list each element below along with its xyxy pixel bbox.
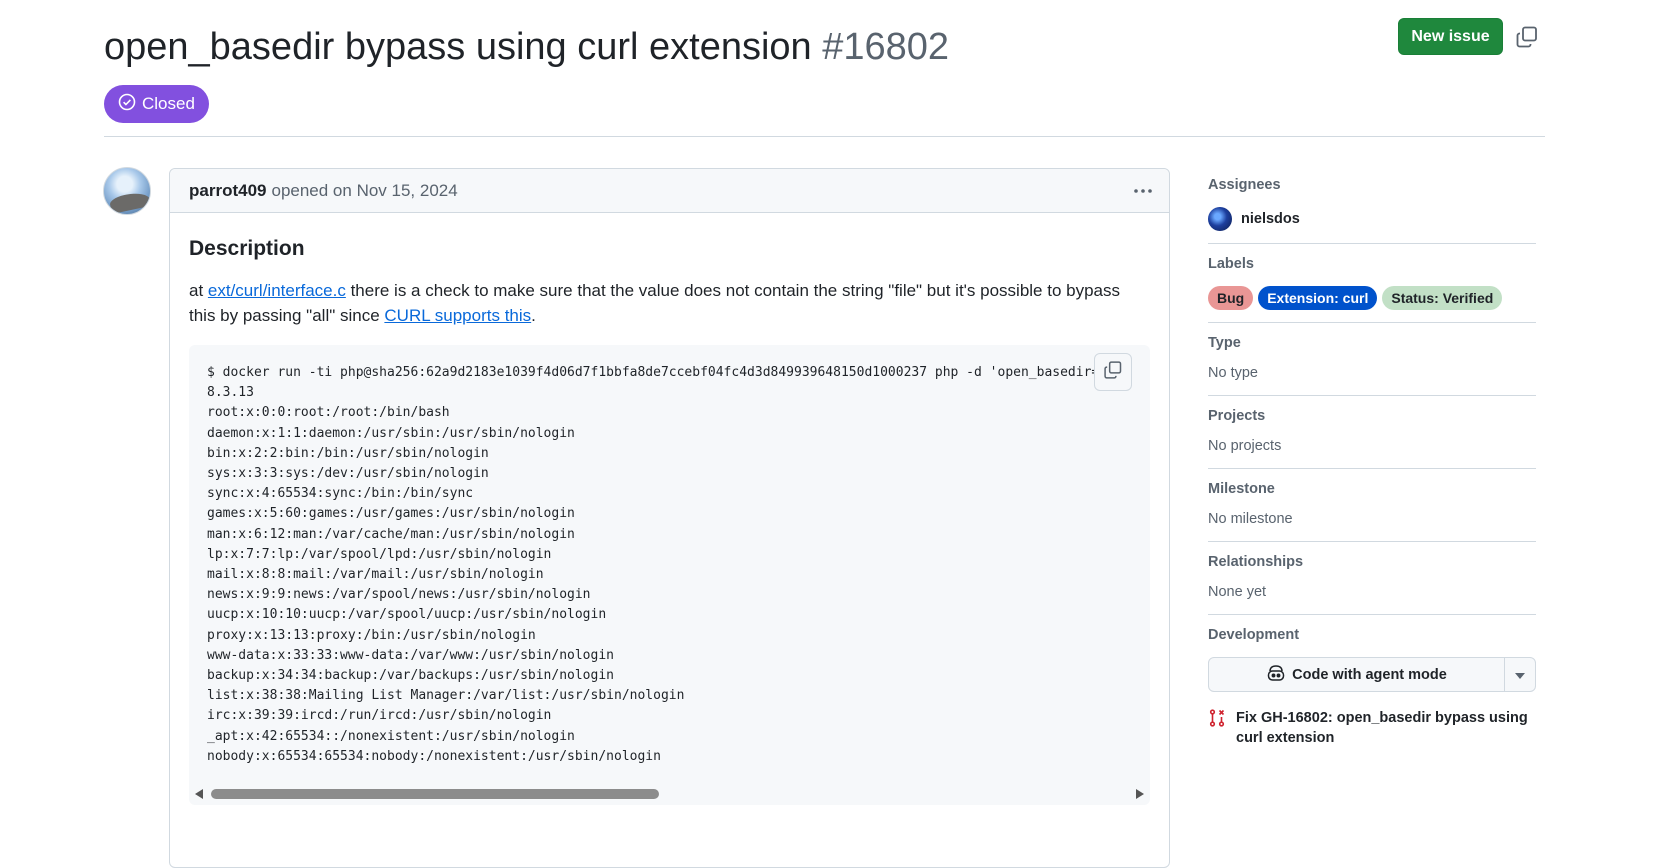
linked-pr-title: Fix GH-16802: open_basedir bypass using … [1236, 710, 1528, 746]
code-line: list:x:38:38:Mailing List Manager:/var/l… [207, 688, 685, 704]
copilot-icon [1266, 664, 1286, 686]
code-line: lp:x:7:7:lp:/var/spool/lpd:/usr/sbin/nol… [207, 546, 552, 562]
relationships-value: None yet [1208, 584, 1267, 600]
code-line: nobody:x:65534:65534:nobody:/nonexistent… [207, 748, 661, 764]
curl-supports-link[interactable]: CURL supports this [384, 306, 531, 325]
code-line: uucp:x:10:10:uucp:/var/spool/uucp:/usr/s… [207, 607, 607, 623]
copy-icon[interactable] [1515, 25, 1539, 49]
description-text: at ext/curl/interface.c there is a check… [189, 278, 1150, 328]
description-text-part: . [531, 306, 536, 325]
code-block: $ docker run -ti php@sha256:62a9d2183e10… [189, 345, 1150, 805]
status-badge: Closed [104, 85, 209, 123]
development-title[interactable]: Development [1208, 621, 1536, 649]
milestone-title[interactable]: Milestone [1208, 475, 1536, 503]
sidebar-projects: Projects No projects [1208, 396, 1536, 469]
labels-list: Bug Extension: curl Status: Verified [1208, 286, 1536, 310]
projects-value: No projects [1208, 438, 1282, 454]
comment-header: parrot409 opened on Nov 15, 2024 [170, 169, 1169, 213]
git-pull-request-closed-icon [1208, 708, 1228, 748]
sidebar-type: Type No type [1208, 323, 1536, 396]
new-issue-button[interactable]: New issue [1398, 18, 1503, 55]
code-line: www-data:x:33:33:www-data:/var/www:/usr/… [207, 647, 614, 663]
sidebar-labels: Labels Bug Extension: curl Status: Verifie… [1208, 244, 1536, 323]
sidebar-milestone: Milestone No milestone [1208, 469, 1536, 542]
code-line: games:x:5:60:games:/usr/games:/usr/sbin/… [207, 506, 575, 522]
labels-title[interactable]: Labels [1208, 250, 1536, 278]
relationships-title[interactable]: Relationships [1208, 548, 1536, 576]
code-line: news:x:9:9:news:/var/spool/news:/usr/sbi… [207, 587, 591, 603]
sidebar-assignees: Assignees nielsdos [1208, 165, 1536, 244]
status-badge-label: Closed [142, 94, 195, 113]
assignee-name: nielsdos [1241, 211, 1300, 227]
triangle-down-icon [1515, 666, 1525, 684]
sidebar-development: Development Code with agent mode Fix GH-… [1208, 615, 1536, 748]
horizontal-scrollbar[interactable] [189, 787, 1150, 801]
code-line: root:x:0:0:root:/root:/bin/bash [207, 405, 450, 421]
issue-comment: parrot409 opened on Nov 15, 2024 Descrip… [169, 168, 1170, 868]
code-line: sync:x:4:65534:sync:/bin:/bin/sync [207, 486, 474, 502]
type-value: No type [1208, 365, 1258, 381]
code-line: mail:x:8:8:mail:/var/mail:/usr/sbin/nolo… [207, 567, 544, 583]
code-with-agent-button[interactable]: Code with agent mode [1209, 658, 1505, 691]
comment-body: Description at ext/curl/interface.c ther… [170, 234, 1169, 328]
issue-title-text: open_basedir bypass using curl extension [104, 26, 812, 68]
code-line: _apt:x:42:65534::/nonexistent:/usr/sbin/… [207, 728, 575, 744]
header-divider [104, 136, 1545, 137]
code-line: proxy:x:13:13:proxy:/bin:/usr/sbin/nolog… [207, 627, 536, 643]
interface-c-link[interactable]: ext/curl/interface.c [208, 281, 346, 300]
linked-pull-request[interactable]: Fix GH-16802: open_basedir bypass using … [1208, 708, 1536, 748]
scroll-left-arrow-icon[interactable] [195, 789, 203, 799]
label-badge[interactable]: Status: Verified [1382, 286, 1503, 310]
type-title[interactable]: Type [1208, 329, 1536, 357]
code-with-agent-label: Code with agent mode [1292, 666, 1447, 683]
agent-options-button[interactable] [1505, 658, 1535, 691]
comment-opened-date: opened on Nov 15, 2024 [271, 180, 458, 200]
avatar[interactable] [103, 167, 151, 215]
issue-title: open_basedir bypass using curl extension… [104, 22, 1545, 72]
code-line: sys:x:3:3:sys:/dev:/usr/sbin/nologin [207, 466, 489, 482]
projects-title[interactable]: Projects [1208, 402, 1536, 430]
code-line: 8.3.13 [207, 385, 254, 401]
code-content: $ docker run -ti php@sha256:62a9d2183e10… [189, 345, 1150, 785]
issue-sidebar: Assignees nielsdos Labels Bug Extension: … [1208, 165, 1536, 748]
code-line: bin:x:2:2:bin:/bin:/usr/sbin/nologin [207, 445, 489, 461]
scroll-right-arrow-icon[interactable] [1136, 789, 1144, 799]
avatar [1208, 207, 1232, 231]
check-circle-icon [118, 93, 136, 116]
issue-title-row: open_basedir bypass using curl extension… [104, 22, 1545, 72]
scrollbar-thumb[interactable] [211, 789, 659, 799]
assignee-item[interactable]: nielsdos [1208, 207, 1536, 231]
kebab-horizontal-icon[interactable] [1131, 179, 1155, 203]
copy-code-button[interactable] [1094, 353, 1132, 391]
comment-author[interactable]: parrot409 [189, 181, 266, 201]
description-heading: Description [189, 237, 305, 260]
code-line: $ docker run -ti php@sha256:62a9d2183e10… [207, 365, 1123, 380]
copy-icon [1103, 360, 1123, 385]
agent-mode-button-group: Code with agent mode [1208, 657, 1536, 692]
issue-number: #16802 [822, 26, 950, 68]
code-line: backup:x:34:34:backup:/var/backups:/usr/… [207, 668, 614, 684]
label-badge[interactable]: Bug [1208, 286, 1254, 310]
code-line: daemon:x:1:1:daemon:/usr/sbin:/usr/sbin/… [207, 425, 575, 441]
code-line: man:x:6:12:man:/var/cache/man:/usr/sbin/… [207, 526, 575, 542]
sidebar-relationships: Relationships None yet [1208, 542, 1536, 615]
milestone-value: No milestone [1208, 511, 1293, 527]
label-badge[interactable]: Extension: curl [1258, 286, 1378, 310]
description-text-part: at [189, 281, 208, 300]
code-line: irc:x:39:39:ircd:/run/ircd:/usr/sbin/nol… [207, 708, 552, 724]
assignees-title[interactable]: Assignees [1208, 171, 1536, 199]
